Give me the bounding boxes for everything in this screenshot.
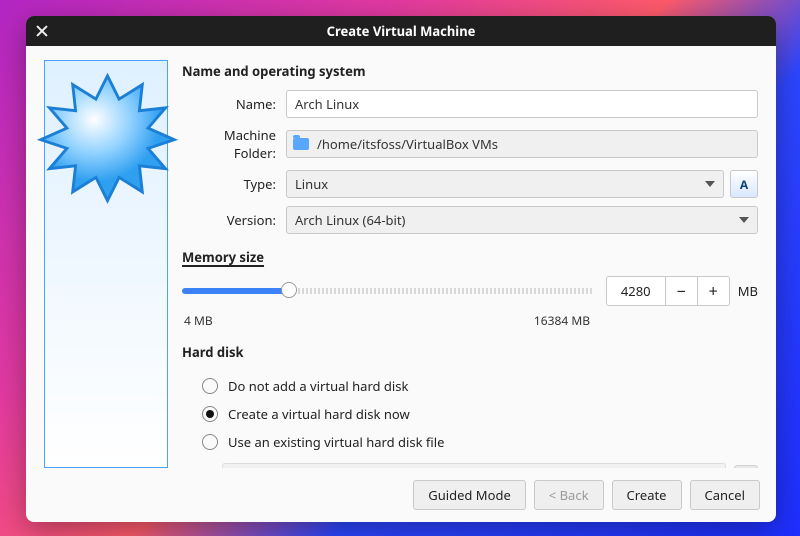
memory-increment-button[interactable]: + xyxy=(698,276,730,306)
memory-min-label: 4 MB xyxy=(184,312,213,329)
disk-option-none[interactable]: Do not add a virtual hard disk xyxy=(202,377,758,395)
folder-select[interactable]: /home/itsfoss/VirtualBox VMs xyxy=(286,130,730,158)
radio-icon xyxy=(202,378,218,394)
close-icon[interactable] xyxy=(36,25,48,37)
memory-unit: MB xyxy=(738,282,758,300)
dialog-body: Name and operating system Name: Arch Lin… xyxy=(26,46,776,468)
chevron-down-icon xyxy=(739,217,749,223)
window-title: Create Virtual Machine xyxy=(56,22,746,40)
disk-option-existing[interactable]: Use an existing virtual hard disk file xyxy=(202,433,758,451)
radio-checked-icon xyxy=(202,406,218,422)
memory-scale: 4 MB 16384 MB xyxy=(184,312,590,329)
type-select[interactable]: Linux xyxy=(286,170,724,198)
folder-icon xyxy=(293,138,309,150)
version-select-value: Arch Linux (64-bit) xyxy=(295,211,405,229)
memory-stepper: − + xyxy=(666,276,730,306)
back-button: < Back xyxy=(534,480,604,510)
section-name-os: Name and operating system xyxy=(182,62,758,80)
plus-icon: + xyxy=(709,280,718,302)
memory-value-input[interactable]: 4280 xyxy=(606,276,666,306)
memory-slider-row: 4280 − + MB xyxy=(182,276,758,306)
os-logo-icon: A xyxy=(730,170,758,198)
row-name: Name: Arch Linux xyxy=(182,90,758,118)
disk-option-create-label: Create a virtual hard disk now xyxy=(228,405,410,423)
version-select[interactable]: Arch Linux (64-bit) xyxy=(286,206,758,234)
disk-option-existing-label: Use an existing virtual hard disk file xyxy=(228,433,444,451)
memory-slider-thumb[interactable] xyxy=(281,282,297,298)
memory-slider[interactable] xyxy=(182,288,594,294)
folder-browse-button[interactable] xyxy=(730,130,758,158)
name-input[interactable]: Arch Linux xyxy=(286,90,758,118)
label-type: Type: xyxy=(182,175,286,193)
dialog-footer: Guided Mode < Back Create Cancel xyxy=(26,468,776,522)
label-version: Version: xyxy=(182,211,286,229)
row-folder: Machine Folder: /home/itsfoss/VirtualBox… xyxy=(182,126,758,162)
memory-slider-fill xyxy=(182,288,289,294)
guided-mode-button[interactable]: Guided Mode xyxy=(413,480,526,510)
name-input-value: Arch Linux xyxy=(295,95,359,113)
radio-icon xyxy=(202,434,218,450)
memory-max-label: 16384 MB xyxy=(534,312,590,329)
label-name: Name: xyxy=(182,95,286,113)
dialog-window: Create Virtual Machine Name and operatin… xyxy=(26,16,776,522)
folder-path-text: /home/itsfoss/VirtualBox VMs xyxy=(317,135,498,153)
titlebar: Create Virtual Machine xyxy=(26,16,776,46)
row-version: Version: Arch Linux (64-bit) xyxy=(182,206,758,234)
row-type: Type: Linux A xyxy=(182,170,758,198)
cancel-button[interactable]: Cancel xyxy=(690,480,760,510)
type-select-value: Linux xyxy=(295,175,328,193)
label-folder: Machine Folder: xyxy=(182,126,286,162)
section-disk: Hard disk xyxy=(182,343,758,361)
disk-option-create[interactable]: Create a virtual hard disk now xyxy=(202,405,758,423)
minus-icon: − xyxy=(677,280,686,302)
disk-option-none-label: Do not add a virtual hard disk xyxy=(228,377,408,395)
wizard-sidebar-image xyxy=(44,60,168,468)
starburst-icon xyxy=(35,73,180,218)
section-memory: Memory size xyxy=(182,248,758,266)
chevron-down-icon xyxy=(705,181,715,187)
wizard-main: Name and operating system Name: Arch Lin… xyxy=(182,60,758,468)
create-button[interactable]: Create xyxy=(612,480,682,510)
memory-decrement-button[interactable]: − xyxy=(666,276,698,306)
